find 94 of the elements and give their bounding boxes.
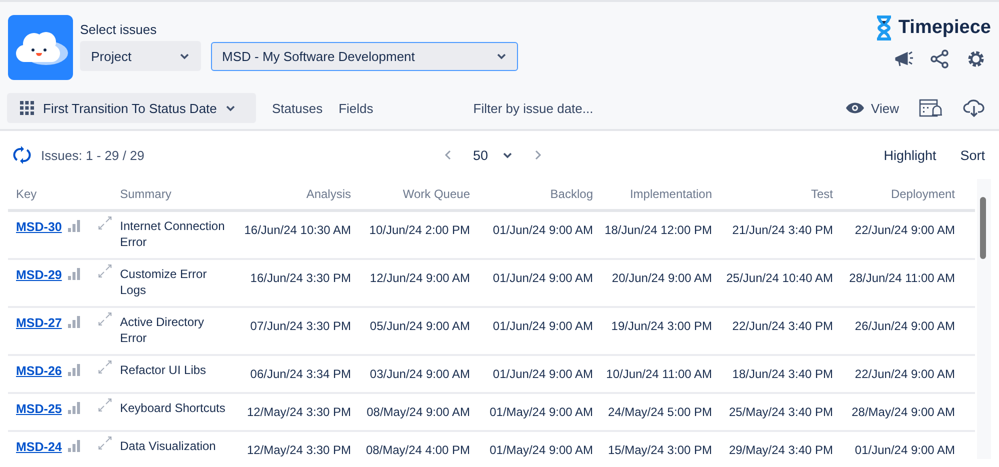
date-cell-text: 16/Jun/24 10:30 AM (243, 222, 352, 239)
cloud-download-icon[interactable] (963, 98, 985, 118)
date-cell-text: 19/Jun/24 3:00 PM (610, 318, 713, 335)
issue-key-link[interactable]: MSD-29 (16, 268, 62, 282)
date-cell-text: 01/May/24 9:00 AM (488, 404, 594, 421)
megaphone-icon[interactable] (894, 49, 914, 69)
date-cell-text: 26/Jun/24 9:00 AM (854, 318, 956, 335)
column-header[interactable]: Work Queue (355, 187, 474, 201)
toolbar-action-button[interactable]: Sort (960, 144, 985, 166)
date-cell-text: 03/Jun/24 9:00 AM (368, 366, 471, 383)
toolbar-link[interactable]: Fields (338, 96, 374, 120)
date-cell-text: 22/Jun/24 9:00 AM (854, 222, 956, 239)
column-header[interactable]: Backlog (474, 187, 597, 201)
bar-chart-icon[interactable] (68, 402, 80, 414)
toolbar-link[interactable]: Statuses (272, 96, 323, 120)
date-cell-text: 12/Jun/24 9:00 AM (368, 270, 471, 287)
calendar-bell-icon[interactable] (919, 98, 943, 118)
expand-arrows-icon[interactable] (98, 312, 112, 326)
date-cell-text: 24/May/24 5:00 PM (606, 404, 713, 421)
toolbar-action-button[interactable]: Highlight (884, 144, 936, 166)
date-cell-text: 28/May/24 9:00 AM (850, 404, 956, 421)
date-cell-text: 10/Jun/24 2:00 PM (368, 222, 471, 239)
bar-chart-icon[interactable] (68, 268, 80, 280)
column-header[interactable]: Test (716, 187, 837, 201)
scrollbar[interactable] (977, 179, 991, 459)
cloud-logo-icon (8, 15, 73, 80)
date-cell-text: 21/Jun/24 3:40 PM (731, 222, 834, 239)
date-cell-text: 01/Jun/24 9:00 AM (492, 366, 594, 383)
report-type-button[interactable]: First Transition To Status Date (7, 93, 256, 123)
date-cell-text: 01/Jun/24 9:00 AM (854, 442, 956, 459)
bar-chart-icon[interactable] (68, 364, 80, 376)
date-cell-text: 22/Jun/24 9:00 AM (854, 366, 956, 383)
view-button[interactable]: View (845, 96, 899, 120)
issue-key-link[interactable]: MSD-25 (16, 402, 62, 416)
summary-cell-text: Active Directory Error (120, 314, 206, 347)
date-cell-text: 12/May/24 3:30 PM (246, 442, 352, 459)
issue-key-link[interactable]: MSD-26 (16, 364, 62, 378)
refresh-icon[interactable] (13, 146, 31, 164)
date-cell-text: 16/Jun/24 3:30 PM (249, 270, 352, 287)
issue-count: Issues: 1 - 29 / 29 (41, 148, 144, 162)
column-header[interactable]: Implementation (597, 187, 716, 201)
date-cell-text: 06/Jun/24 3:34 PM (249, 366, 352, 383)
expand-arrows-icon[interactable] (98, 216, 112, 230)
summary-cell-text: Internet Connection Error (120, 218, 226, 251)
issue-key-link[interactable]: MSD-24 (16, 440, 62, 454)
date-cell-text: 08/May/24 9:00 AM (366, 404, 471, 421)
summary-cell-text: Data Visualization (120, 438, 217, 455)
date-cell-text: 20/Jun/24 9:00 AM (610, 270, 713, 287)
bar-chart-icon[interactable] (68, 316, 80, 328)
date-cell-text: 28/Jun/24 11:00 AM (848, 270, 956, 287)
date-cell-text: 01/May/24 9:00 AM (488, 442, 594, 459)
share-icon[interactable] (930, 49, 950, 69)
date-cell-text: 22/Jun/24 3:40 PM (731, 318, 834, 335)
chevron-left-icon[interactable] (443, 149, 453, 161)
date-cell-text: 10/Jun/24 11:00 AM (605, 366, 713, 383)
eye-icon (845, 101, 866, 115)
date-cell-text: 25/May/24 3:40 PM (728, 404, 834, 421)
expand-arrows-icon[interactable] (98, 360, 112, 374)
issue-key-link[interactable]: MSD-30 (16, 220, 62, 234)
bar-chart-icon[interactable] (68, 440, 80, 452)
chevron-right-icon[interactable] (533, 149, 544, 161)
date-cell-text: 05/Jun/24 9:00 AM (368, 318, 471, 335)
summary-cell-text: Keyboard Shortcuts (120, 400, 226, 417)
date-cell-text: 01/Jun/24 9:00 AM (492, 222, 594, 239)
brand-name: Timepiece (898, 17, 991, 39)
page-size-dropdown[interactable]: 50 (473, 148, 514, 162)
date-filter-button[interactable]: Filter by issue date... (473, 96, 594, 120)
summary-cell-text: Customize Error Logs (120, 266, 208, 299)
settings-icon[interactable] (966, 49, 986, 69)
date-cell-text: 18/Jun/24 3:40 PM (731, 366, 834, 383)
select-issues-label: Select issues (80, 22, 158, 39)
issue-key-link[interactable]: MSD-27 (16, 316, 62, 330)
date-cell-text: 29/May/24 3:40 PM (728, 442, 834, 459)
column-header[interactable]: Deployment (837, 187, 959, 201)
date-cell-text: 07/Jun/24 3:30 PM (249, 318, 352, 335)
date-cell-text: 01/Jun/24 9:00 AM (492, 318, 594, 335)
date-cell-text: 18/Jun/24 12:00 PM (604, 222, 713, 239)
column-header[interactable]: Analysis (235, 187, 355, 201)
expand-arrows-icon[interactable] (98, 264, 112, 278)
date-cell-text: 08/May/24 4:00 PM (364, 442, 471, 459)
grid-icon (19, 100, 35, 116)
column-header[interactable]: Key (8, 187, 120, 201)
filter-type-dropdown[interactable]: Project (80, 41, 201, 71)
date-cell-text: 12/May/24 3:30 PM (246, 404, 352, 421)
date-cell-text: 25/Jun/24 10:40 AM (725, 270, 834, 287)
column-header[interactable]: Summary (120, 187, 235, 201)
summary-cell-text: Refactor UI Libs (120, 362, 208, 379)
expand-arrows-icon[interactable] (98, 398, 112, 412)
date-cell-text: 01/Jun/24 9:00 AM (492, 270, 594, 287)
expand-arrows-icon[interactable] (98, 436, 112, 450)
selected-value-dropdown[interactable]: MSD - My Software Development (211, 42, 518, 71)
bar-chart-icon[interactable] (68, 220, 80, 232)
chevron-down-icon (496, 51, 507, 62)
date-cell-text: 15/May/24 3:00 PM (606, 442, 713, 459)
